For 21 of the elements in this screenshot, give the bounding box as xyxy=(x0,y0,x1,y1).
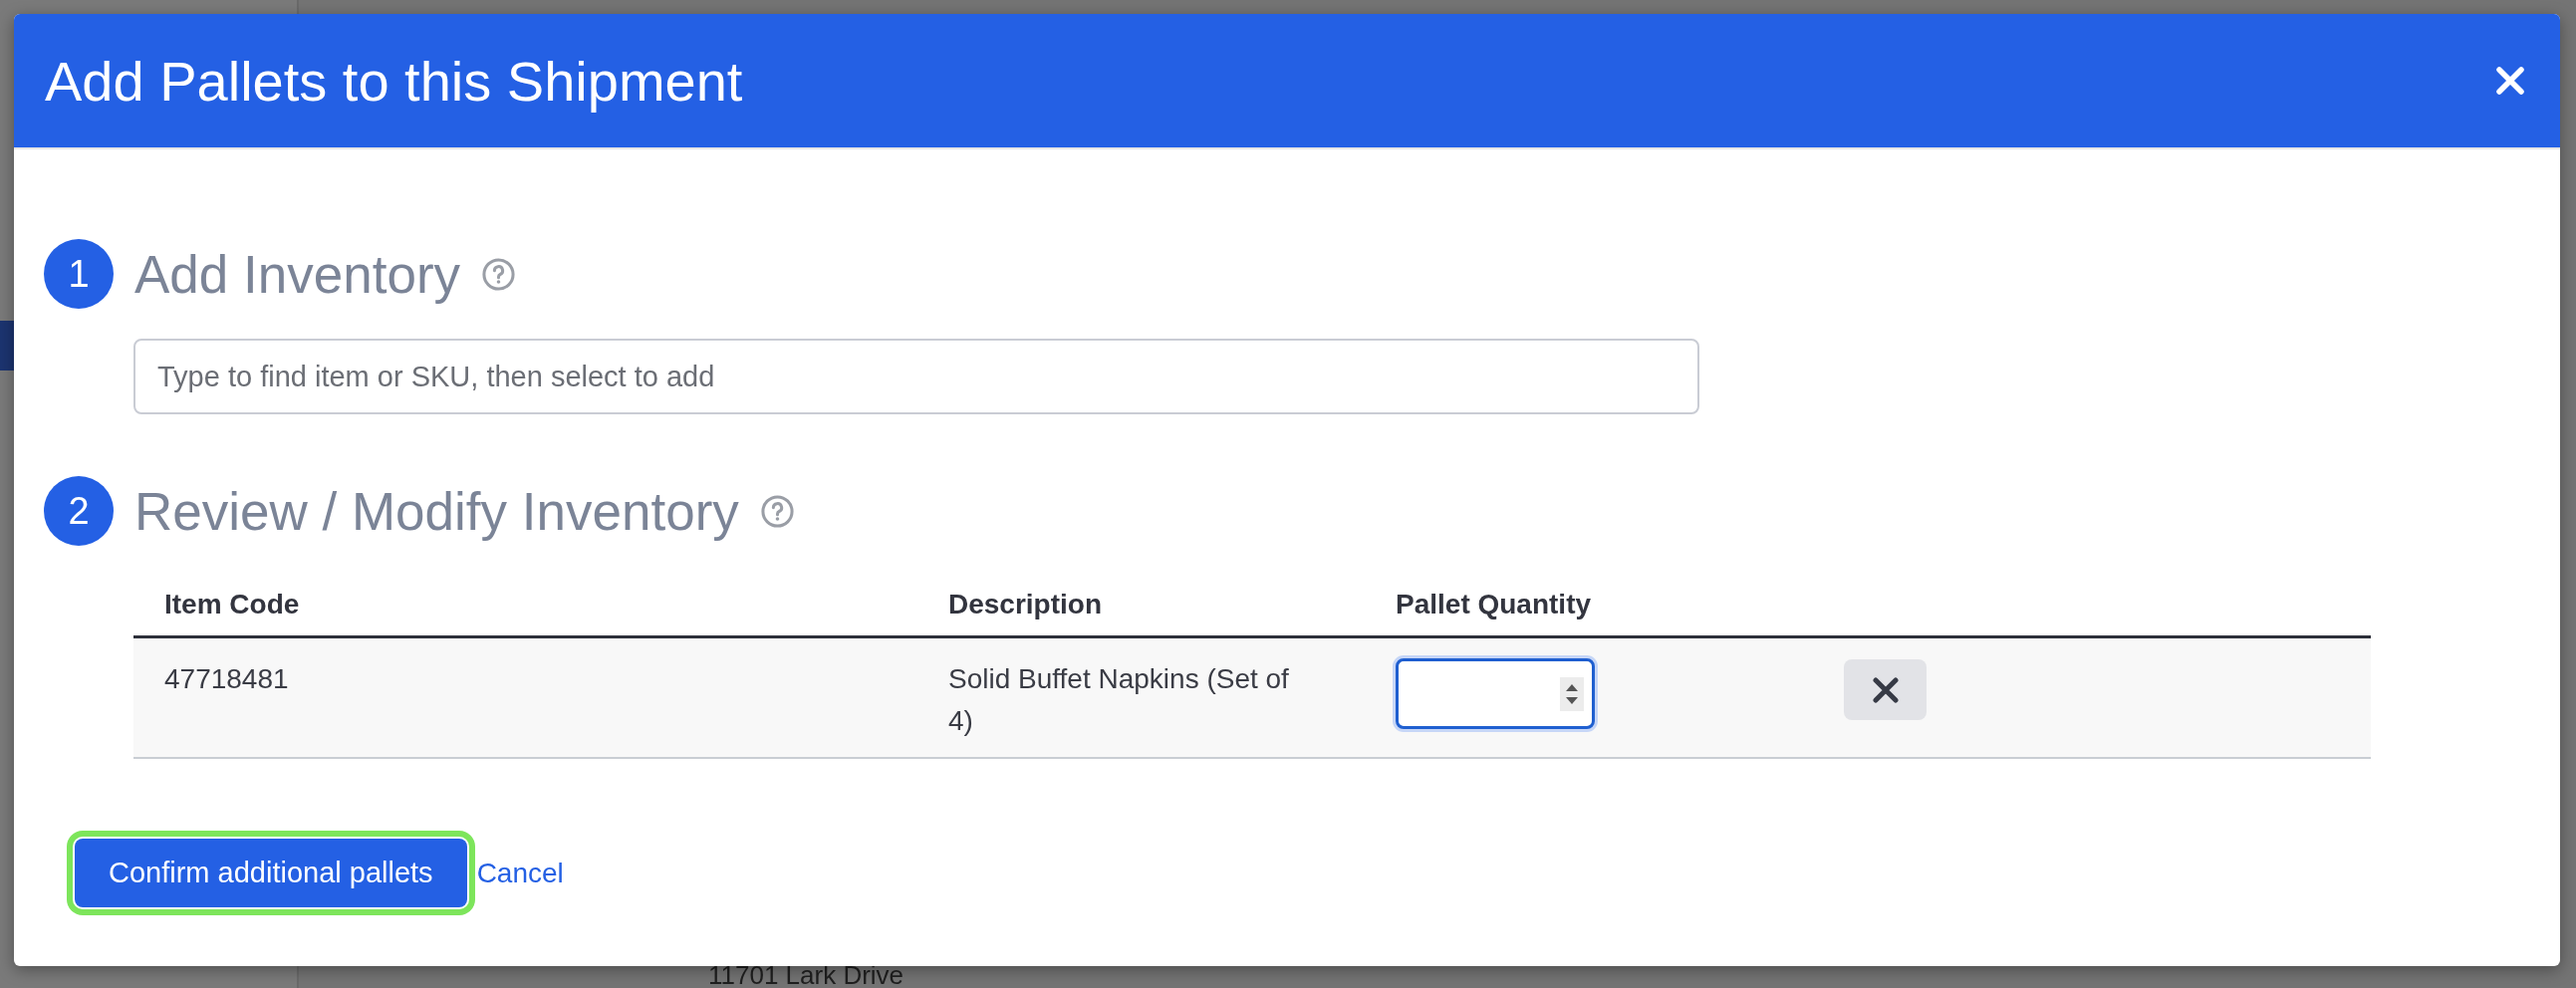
item-code-cell-text: 47718481 xyxy=(163,662,290,696)
column-header: Item Code xyxy=(163,588,301,621)
step-heading: Add Inventory xyxy=(134,243,461,305)
step-number: 2 xyxy=(44,476,114,546)
quantity-field[interactable] xyxy=(1396,658,1595,729)
remove-button[interactable] xyxy=(1844,659,1927,720)
description-cell-text: Solid Buffet Napkins (Set of 4) xyxy=(948,662,1290,738)
dialog-title: Add Pallets to this Shipment xyxy=(45,48,743,114)
help-icon[interactable] xyxy=(482,257,516,291)
close-icon xyxy=(1872,676,1899,703)
step-number: 1 xyxy=(44,239,114,309)
close-icon[interactable] xyxy=(2496,67,2524,95)
spinner-icon[interactable] xyxy=(1560,676,1584,711)
column-header: Pallet Quantity xyxy=(1395,588,1593,621)
sidebar-selection-bar xyxy=(0,321,14,370)
help-icon[interactable] xyxy=(760,494,794,528)
step-heading: Review / Modify Inventory xyxy=(134,480,739,542)
cancel-link[interactable]: Cancel xyxy=(476,857,564,889)
address-text: 11701 Lark Drive xyxy=(708,963,904,988)
column-header: Description xyxy=(947,588,1104,621)
search-field[interactable]: Type to find item or SKU, then select to add xyxy=(133,339,1699,414)
